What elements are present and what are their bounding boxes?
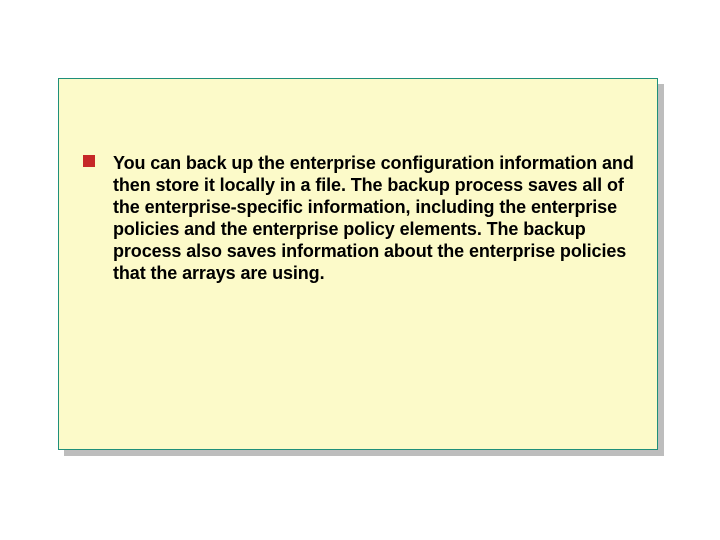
slide-stage: You can back up the enterprise configura…	[0, 0, 720, 540]
content-panel: You can back up the enterprise configura…	[58, 78, 658, 450]
square-bullet-icon	[83, 155, 95, 167]
bullet-row: You can back up the enterprise configura…	[83, 153, 639, 285]
bullet-text: You can back up the enterprise configura…	[113, 153, 639, 285]
